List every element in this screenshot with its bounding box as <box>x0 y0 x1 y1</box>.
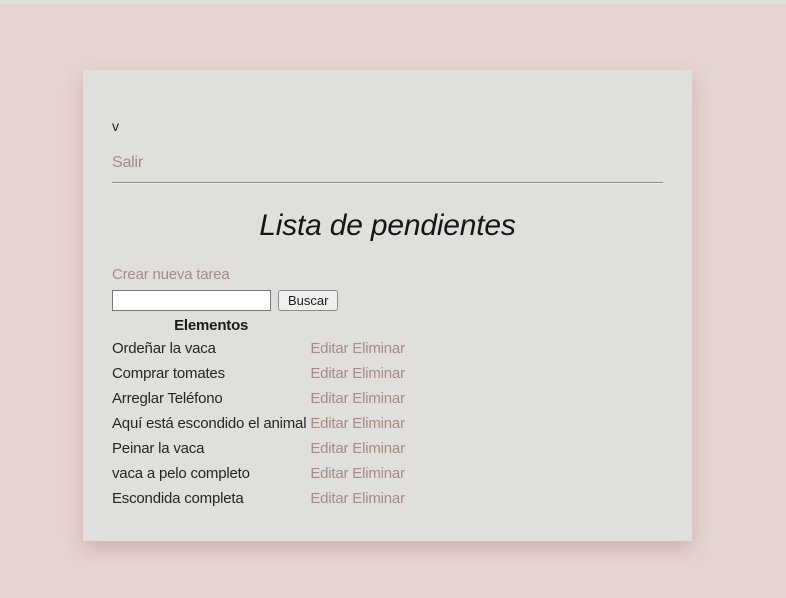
edit-link[interactable]: Editar <box>310 415 348 432</box>
edit-link[interactable]: Editar <box>310 390 348 407</box>
delete-link[interactable]: Eliminar <box>352 390 405 407</box>
table-row: Peinar la vaca Editar Eliminar <box>112 436 405 461</box>
item-label: vaca a pelo completo <box>112 461 310 486</box>
delete-link[interactable]: Eliminar <box>352 490 405 507</box>
edit-link[interactable]: Editar <box>310 465 348 482</box>
table-row: Comprar tomates Editar Eliminar <box>112 361 405 386</box>
table-row: Arreglar Teléfono Editar Eliminar <box>112 386 405 411</box>
delete-link[interactable]: Eliminar <box>352 440 405 457</box>
item-actions: Editar Eliminar <box>310 411 405 436</box>
search-input[interactable] <box>112 290 271 311</box>
items-table: Elementos Ordeñar la vaca Editar Elimina… <box>112 316 405 511</box>
items-header-actions <box>310 316 405 336</box>
user-indicator: v <box>112 118 663 134</box>
item-label: Ordeñar la vaca <box>112 336 310 361</box>
item-actions: Editar Eliminar <box>310 436 405 461</box>
delete-link[interactable]: Eliminar <box>352 340 405 357</box>
item-label: Aquí está escondido el animal <box>112 411 310 436</box>
page-title: Lista de pendientes <box>112 204 663 248</box>
items-header: Elementos <box>112 316 310 336</box>
item-actions: Editar Eliminar <box>310 461 405 486</box>
table-row: vaca a pelo completo Editar Eliminar <box>112 461 405 486</box>
item-actions: Editar Eliminar <box>310 386 405 411</box>
table-row: Escondida completa Editar Eliminar <box>112 486 405 511</box>
item-label: Peinar la vaca <box>112 436 310 461</box>
items-table-body: Ordeñar la vaca Editar Eliminar Comprar … <box>112 336 405 511</box>
item-actions: Editar Eliminar <box>310 336 405 361</box>
delete-link[interactable]: Eliminar <box>352 415 405 432</box>
todo-card: v Salir Lista de pendientes Crear nueva … <box>83 70 692 541</box>
logout-link[interactable]: Salir <box>112 154 143 172</box>
create-task-link[interactable]: Crear nueva tarea <box>112 266 230 283</box>
delete-link[interactable]: Eliminar <box>352 365 405 382</box>
table-row: Aquí está escondido el animal Editar Eli… <box>112 411 405 436</box>
search-button[interactable]: Buscar <box>278 290 338 311</box>
delete-link[interactable]: Eliminar <box>352 465 405 482</box>
item-label: Escondida completa <box>112 486 310 511</box>
edit-link[interactable]: Editar <box>310 365 348 382</box>
items-header-row: Elementos <box>112 316 405 336</box>
edit-link[interactable]: Editar <box>310 440 348 457</box>
card-content: v Salir Lista de pendientes Crear nueva … <box>83 70 692 511</box>
item-actions: Editar Eliminar <box>310 361 405 386</box>
item-actions: Editar Eliminar <box>310 486 405 511</box>
item-label: Arreglar Teléfono <box>112 386 310 411</box>
top-strip <box>0 0 786 4</box>
search-row: Buscar <box>112 290 663 311</box>
table-row: Ordeñar la vaca Editar Eliminar <box>112 336 405 361</box>
edit-link[interactable]: Editar <box>310 340 348 357</box>
header-divider <box>112 182 663 184</box>
edit-link[interactable]: Editar <box>310 490 348 507</box>
item-label: Comprar tomates <box>112 361 310 386</box>
